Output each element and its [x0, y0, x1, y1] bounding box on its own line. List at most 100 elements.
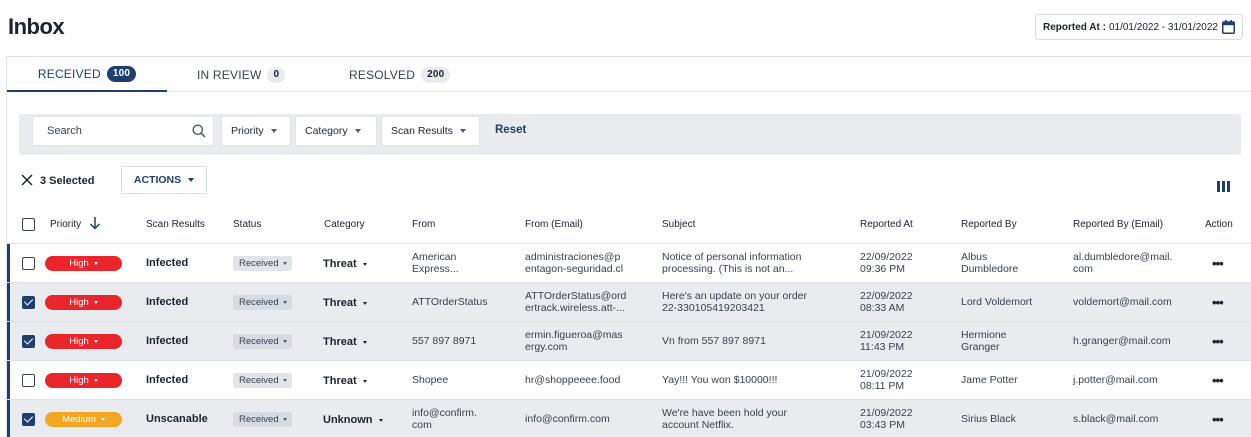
from-name: ATTOrderStatus	[412, 296, 488, 308]
actions-button[interactable]: ACTIONS	[121, 166, 207, 194]
scan-result: Infected	[146, 257, 189, 269]
status-dropdown[interactable]: Received	[233, 256, 292, 271]
column-header-status[interactable]: Status	[233, 219, 261, 230]
subject: Here's an update on your order 22-3301054…	[662, 290, 807, 314]
category-label: Threat	[323, 297, 357, 309]
reported-at-date-picker[interactable]: Reported At : 01/01/2022 - 31/01/2022	[1035, 14, 1243, 40]
row-checkbox[interactable]	[22, 257, 35, 270]
category-dropdown[interactable]: Threat	[323, 297, 367, 309]
from-email-line: ertrack.wireless.att-...	[525, 302, 625, 314]
priority-dropdown[interactable]: High	[45, 373, 122, 388]
from-name-line: American	[412, 251, 457, 263]
subject-line: Here's an update on your order	[662, 290, 808, 302]
column-header-priority[interactable]: Priority	[50, 219, 81, 230]
scan-result: Infected	[146, 374, 189, 386]
from-name: 557 897 8971	[412, 335, 477, 347]
table-row[interactable]: High Infected Received Threat ATTOrderStatus…	[7, 283, 1251, 322]
select-all-checkbox[interactable]	[22, 218, 35, 231]
reported-by-email-line: com	[1073, 263, 1093, 275]
scan-result: Infected	[146, 296, 189, 308]
table-row[interactable]: High Infected Received Threat Shopee hr@shopp…	[7, 361, 1251, 400]
reported-by-email: j.potter@mail.com	[1073, 374, 1158, 386]
category-dropdown[interactable]: Threat	[323, 258, 367, 270]
column-header-reported-by[interactable]: Reported By	[961, 219, 1017, 230]
row-accent-bar	[7, 361, 10, 399]
priority-dropdown[interactable]: High	[45, 295, 122, 310]
reported-at-line: 08:33 AM	[860, 302, 905, 314]
row-accent-bar	[7, 283, 10, 321]
subject-line: We're have been hold your	[662, 407, 787, 419]
table-row[interactable]: Medium Unscanable Received Unknown info@conf…	[7, 400, 1251, 437]
row-action-menu-icon[interactable]: •••	[1212, 373, 1224, 388]
from-email: administraciones@p entagon-seguridad.cl	[525, 251, 623, 275]
calendar-icon[interactable]	[1222, 20, 1235, 34]
priority-dropdown[interactable]: Medium	[45, 412, 122, 427]
tab-received-count: 100	[106, 65, 137, 82]
status-dropdown[interactable]: Received	[233, 412, 292, 427]
search-icon[interactable]	[192, 124, 206, 138]
clear-selection-icon[interactable]	[21, 174, 33, 186]
row-action-menu-icon[interactable]: •••	[1212, 256, 1224, 271]
subject: We're have been hold your account Netflix…	[662, 407, 787, 431]
chevron-down-icon	[282, 379, 287, 382]
subject-line: account Netflix.	[662, 419, 734, 431]
category-filter[interactable]: Category	[295, 116, 377, 146]
reported-at: 22/09/2022 09:36 PM	[860, 251, 913, 275]
tab-received[interactable]: RECEIVED 100	[7, 57, 167, 92]
column-header-action: Action	[1205, 219, 1233, 230]
row-action-menu-icon[interactable]: •••	[1212, 334, 1224, 349]
tab-resolved-count: 200	[421, 66, 451, 83]
status-dropdown[interactable]: Received	[233, 373, 292, 388]
reported-at-line: 21/09/2022	[860, 368, 913, 380]
tab-resolved[interactable]: RESOLVED 200	[349, 57, 451, 92]
priority-dropdown[interactable]: High	[45, 334, 122, 349]
row-accent-bar	[7, 400, 10, 437]
row-checkbox[interactable]	[22, 335, 35, 348]
chevron-down-icon	[93, 340, 98, 343]
row-checkbox[interactable]	[22, 296, 35, 309]
status-dropdown[interactable]: Received	[233, 295, 292, 310]
status-label: Received	[239, 297, 279, 308]
reported-at-line: 03:43 PM	[860, 419, 905, 431]
tab-in-review[interactable]: IN REVIEW 0	[197, 57, 286, 92]
chevron-down-icon	[362, 262, 367, 266]
tab-in-review-label: IN REVIEW	[197, 67, 262, 82]
column-header-scan-results[interactable]: Scan Results	[146, 219, 205, 230]
row-action-menu-icon[interactable]: •••	[1212, 295, 1224, 310]
reset-link[interactable]: Reset	[495, 124, 526, 136]
column-settings-icon[interactable]	[1217, 181, 1230, 192]
column-header-from[interactable]: From	[412, 219, 435, 230]
scan-results-filter[interactable]: Scan Results	[381, 116, 480, 146]
category-dropdown[interactable]: Threat	[323, 336, 367, 348]
column-header-category[interactable]: Category	[324, 219, 365, 230]
reported-at: 21/09/2022 03:43 PM	[860, 407, 913, 431]
table-row[interactable]: High Infected Received Threat American Expres…	[7, 244, 1251, 283]
sort-descending-icon[interactable]	[89, 216, 101, 230]
category-dropdown[interactable]: Threat	[323, 375, 367, 387]
table-header: Priority Scan Results Status Category Fr…	[7, 206, 1251, 244]
reported-by-email: h.granger@mail.com	[1073, 335, 1171, 347]
category-dropdown[interactable]: Unknown	[323, 414, 383, 426]
selection-bar: 3 Selected ACTIONS	[7, 165, 1251, 195]
chevron-down-icon	[282, 262, 287, 265]
from-email-line: ermin.figueroa@mas	[525, 329, 623, 341]
search-input[interactable]	[33, 117, 183, 145]
from-name-line: Express...	[412, 263, 459, 275]
from-email: info@confirm.com	[525, 413, 610, 425]
column-header-reported-at[interactable]: Reported At	[860, 219, 913, 230]
priority-dropdown[interactable]: High	[45, 256, 122, 271]
table-row[interactable]: High Infected Received Threat 557 897 8971 er…	[7, 322, 1251, 361]
row-checkbox[interactable]	[22, 374, 35, 387]
row-checkbox[interactable]	[22, 413, 35, 426]
status-dropdown[interactable]: Received	[233, 334, 292, 349]
category-label: Threat	[323, 336, 357, 348]
status-label: Received	[239, 414, 279, 425]
row-accent-bar	[7, 244, 10, 282]
row-action-menu-icon[interactable]: •••	[1212, 412, 1224, 427]
priority-filter[interactable]: Priority	[221, 116, 291, 146]
column-header-from-email[interactable]: From (Email)	[525, 219, 583, 230]
category-label: Threat	[323, 258, 357, 270]
column-header-subject[interactable]: Subject	[662, 219, 695, 230]
column-header-reported-by-email[interactable]: Reported By (Email)	[1073, 219, 1163, 230]
reported-by: Hermione Granger	[961, 329, 1007, 353]
